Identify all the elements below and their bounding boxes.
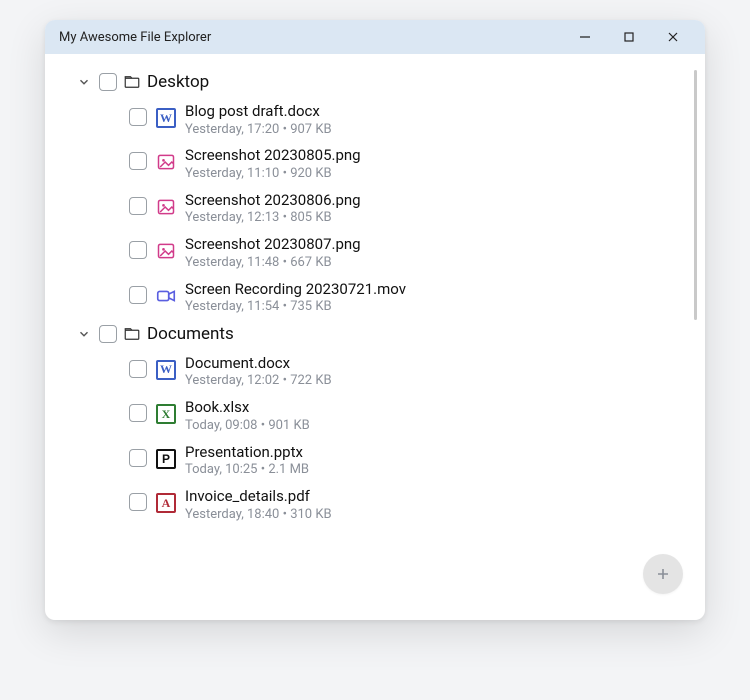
file-meta: Yesterday, 11:54 • 735 KB [185, 299, 406, 316]
scrollbar[interactable] [694, 70, 697, 320]
file-checkbox[interactable] [129, 241, 147, 259]
minimize-button[interactable] [563, 20, 607, 54]
word-doc-icon: W [155, 359, 177, 381]
file-meta: Today, 10:25 • 2.1 MB [185, 462, 309, 479]
file-row[interactable]: W Document.docx Yesterday, 12:02 • 722 K… [65, 350, 695, 394]
file-checkbox[interactable] [129, 493, 147, 511]
file-row[interactable]: A Invoice_details.pdf Yesterday, 18:40 •… [65, 483, 695, 527]
folder-label: Desktop [147, 72, 209, 92]
file-meta: Today, 09:08 • 901 KB [185, 418, 310, 435]
file-checkbox[interactable] [129, 449, 147, 467]
file-meta: Yesterday, 12:02 • 722 KB [185, 373, 332, 390]
close-button[interactable] [651, 20, 695, 54]
file-row[interactable]: X Book.xlsx Today, 09:08 • 901 KB [65, 394, 695, 438]
maximize-icon [623, 31, 635, 43]
close-icon [667, 31, 679, 43]
file-row[interactable]: P Presentation.pptx Today, 10:25 • 2.1 M… [65, 439, 695, 483]
file-meta: Yesterday, 18:40 • 310 KB [185, 507, 332, 524]
image-icon [155, 196, 177, 218]
folder-label: Documents [147, 324, 234, 344]
video-icon [155, 285, 177, 307]
file-checkbox[interactable] [129, 286, 147, 304]
file-name: Invoice_details.pdf [185, 487, 332, 507]
file-name: Screenshot 20230806.png [185, 191, 361, 211]
file-name: Document.docx [185, 354, 332, 374]
word-doc-icon: W [155, 107, 177, 129]
pdf-doc-icon: A [155, 492, 177, 514]
file-name: Screenshot 20230805.png [185, 146, 361, 166]
image-icon [155, 240, 177, 262]
folder-checkbox[interactable] [99, 73, 117, 91]
file-checkbox[interactable] [129, 152, 147, 170]
file-row[interactable]: W Blog post draft.docx Yesterday, 17:20 … [65, 98, 695, 142]
folder-row-documents[interactable]: Documents [65, 320, 695, 350]
file-checkbox[interactable] [129, 404, 147, 422]
folder-icon [123, 325, 141, 343]
file-meta: Yesterday, 12:13 • 805 KB [185, 210, 361, 227]
file-tree[interactable]: Desktop W Blog post draft.docx Yesterday… [65, 68, 695, 604]
window-title: My Awesome File Explorer [59, 30, 563, 45]
file-meta: Yesterday, 17:20 • 907 KB [185, 122, 332, 139]
file-meta: Yesterday, 11:48 • 667 KB [185, 255, 361, 272]
add-button[interactable] [643, 554, 683, 594]
image-icon [155, 151, 177, 173]
file-checkbox[interactable] [129, 197, 147, 215]
excel-doc-icon: X [155, 403, 177, 425]
app-window: My Awesome File Explorer Desktop [45, 20, 705, 620]
ppt-doc-icon: P [155, 448, 177, 470]
folder-icon [123, 73, 141, 91]
chevron-down-icon[interactable] [75, 73, 93, 91]
folder-checkbox[interactable] [99, 325, 117, 343]
content-area: Desktop W Blog post draft.docx Yesterday… [45, 54, 705, 620]
file-name: Presentation.pptx [185, 443, 309, 463]
maximize-button[interactable] [607, 20, 651, 54]
file-row[interactable]: Screenshot 20230805.png Yesterday, 11:10… [65, 142, 695, 186]
file-meta: Yesterday, 11:10 • 920 KB [185, 166, 361, 183]
file-name: Blog post draft.docx [185, 102, 332, 122]
titlebar[interactable]: My Awesome File Explorer [45, 20, 705, 54]
minimize-icon [579, 31, 591, 43]
file-checkbox[interactable] [129, 360, 147, 378]
file-row[interactable]: Screenshot 20230807.png Yesterday, 11:48… [65, 231, 695, 275]
file-name: Book.xlsx [185, 398, 310, 418]
file-row[interactable]: Screenshot 20230806.png Yesterday, 12:13… [65, 187, 695, 231]
file-row[interactable]: Screen Recording 20230721.mov Yesterday,… [65, 276, 695, 320]
file-name: Screenshot 20230807.png [185, 235, 361, 255]
file-checkbox[interactable] [129, 108, 147, 126]
file-name: Screen Recording 20230721.mov [185, 280, 406, 300]
plus-icon [655, 566, 671, 582]
folder-row-desktop[interactable]: Desktop [65, 68, 695, 98]
chevron-down-icon[interactable] [75, 325, 93, 343]
